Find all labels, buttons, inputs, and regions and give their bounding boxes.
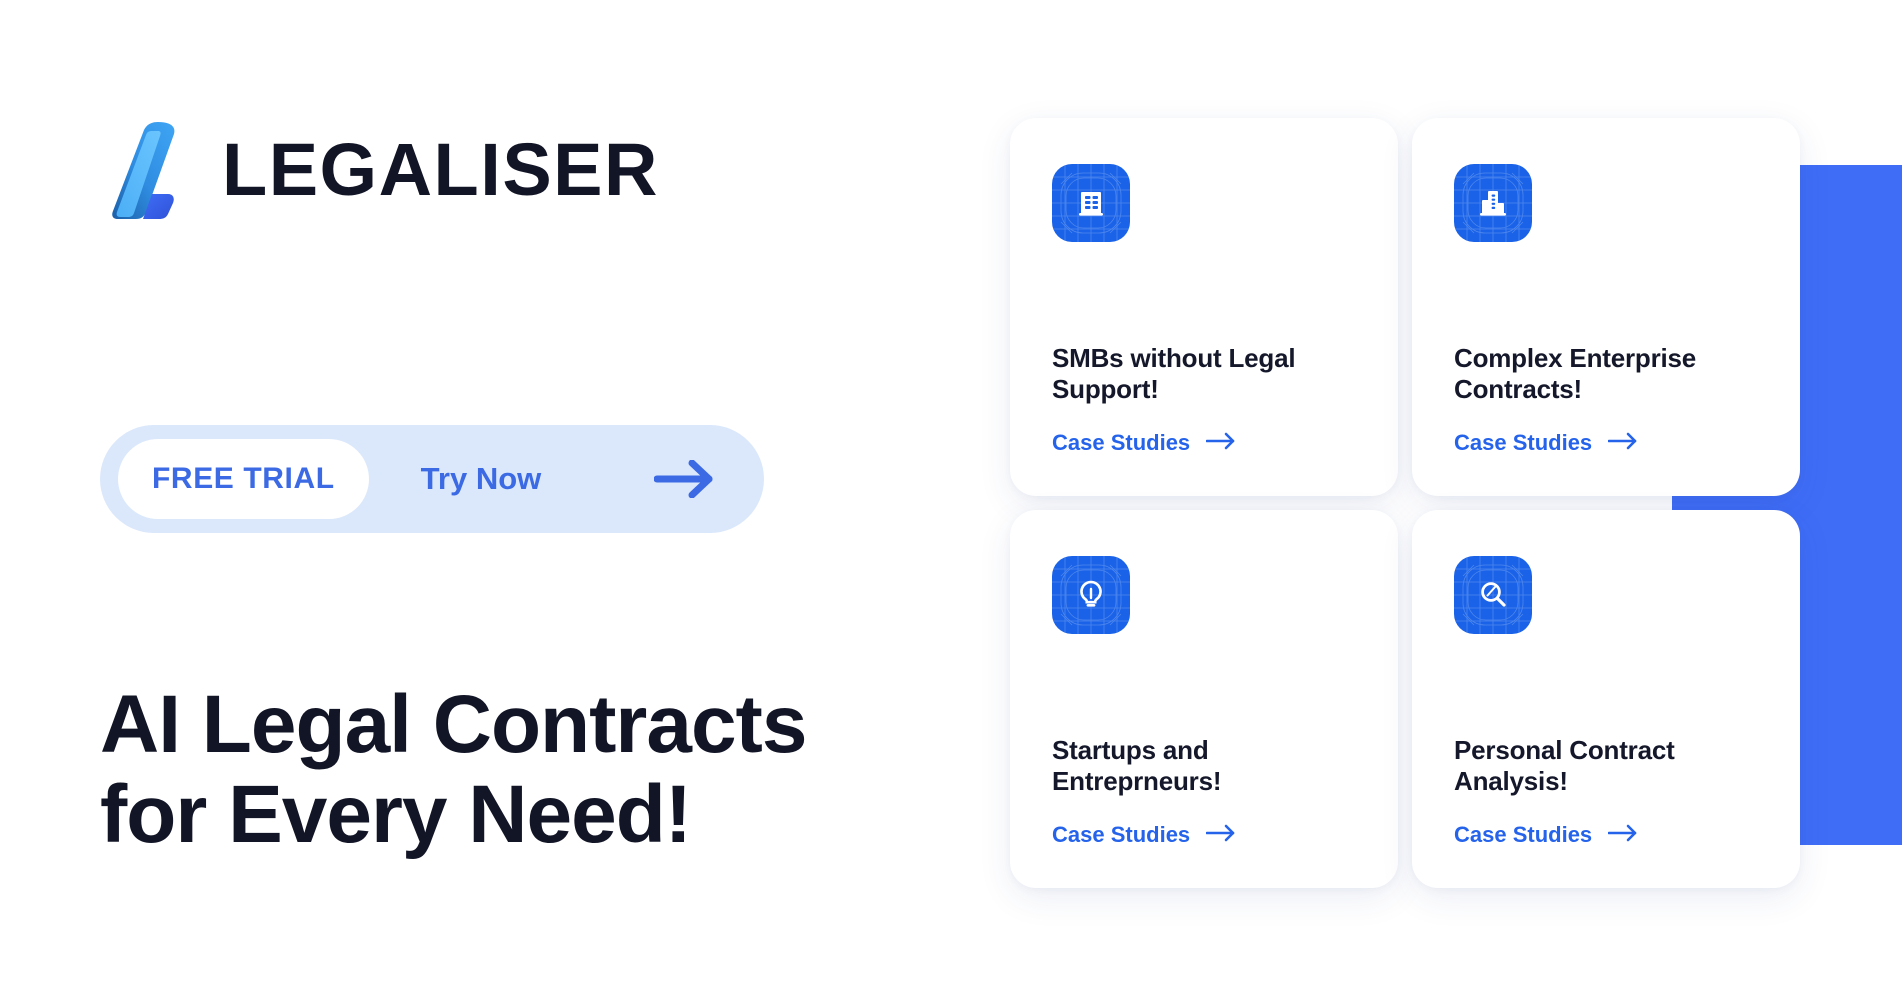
lightbulb-icon	[1074, 578, 1108, 612]
hero-left-column: LEGALISER FREE TRIAL Try Now AI Legal Co…	[100, 0, 960, 990]
card-icon-tile	[1052, 164, 1130, 242]
case-studies-link[interactable]: Case Studies	[1052, 430, 1356, 456]
card-icon-tile	[1052, 556, 1130, 634]
free-trial-cta-pill[interactable]: FREE TRIAL Try Now	[100, 425, 764, 533]
try-now-button[interactable]: Try Now	[369, 460, 764, 498]
arrow-right-icon	[1205, 822, 1236, 848]
card-title: SMBs without Legal Support!	[1052, 342, 1296, 405]
arrow-right-icon	[1607, 822, 1638, 848]
card-startups-and-entrepreneurs[interactable]: Startups and Entreprneurs! Case Studies	[1010, 510, 1398, 888]
magnifying-glass-icon	[1476, 578, 1510, 612]
try-now-label: Try Now	[420, 461, 542, 496]
card-title: Startups and Entreprneurs!	[1052, 734, 1222, 797]
arrow-right-icon	[1607, 430, 1638, 456]
case-studies-label: Case Studies	[1454, 430, 1593, 455]
card-complex-enterprise-contracts[interactable]: Complex Enterprise Contracts! Case Studi…	[1412, 118, 1800, 496]
hero-page: LEGALISER FREE TRIAL Try Now AI Legal Co…	[0, 0, 1902, 990]
free-trial-badge-label: FREE TRIAL	[152, 462, 335, 495]
case-studies-link[interactable]: Case Studies	[1052, 822, 1356, 848]
apartment-building-icon	[1074, 186, 1108, 220]
brand-logo[interactable]: LEGALISER	[100, 120, 659, 220]
enterprise-skyscraper-icon	[1476, 186, 1510, 220]
arrow-right-icon	[1205, 430, 1236, 456]
card-spacer	[1052, 634, 1356, 735]
card-spacer	[1454, 242, 1758, 343]
card-smbs-without-legal-support[interactable]: SMBs without Legal Support! Case Studies	[1010, 118, 1398, 496]
arrow-right-icon	[654, 460, 716, 498]
case-studies-link[interactable]: Case Studies	[1454, 430, 1758, 456]
legaliser-swoosh-logo-icon	[100, 120, 196, 220]
card-title: Personal Contract Analysis!	[1454, 734, 1675, 797]
brand-wordmark: LEGALISER	[222, 128, 659, 211]
card-spacer	[1052, 242, 1356, 343]
card-title: Complex Enterprise Contracts!	[1454, 342, 1697, 405]
hero-headline: AI Legal Contracts for Every Need!	[100, 679, 940, 861]
case-studies-label: Case Studies	[1454, 822, 1593, 847]
case-studies-label: Case Studies	[1052, 822, 1191, 847]
card-spacer	[1454, 634, 1758, 735]
card-icon-tile	[1454, 556, 1532, 634]
card-icon-tile	[1454, 164, 1532, 242]
audience-card-grid: SMBs without Legal Support! Case Studies	[1010, 118, 1800, 888]
case-studies-label: Case Studies	[1052, 430, 1191, 455]
hero-headline-line-2: for Every Need!	[100, 769, 692, 861]
case-studies-link[interactable]: Case Studies	[1454, 822, 1758, 848]
free-trial-badge[interactable]: FREE TRIAL	[118, 439, 369, 519]
card-personal-contract-analysis[interactable]: Personal Contract Analysis! Case Studies	[1412, 510, 1800, 888]
hero-headline-line-1: AI Legal Contracts	[100, 679, 807, 770]
